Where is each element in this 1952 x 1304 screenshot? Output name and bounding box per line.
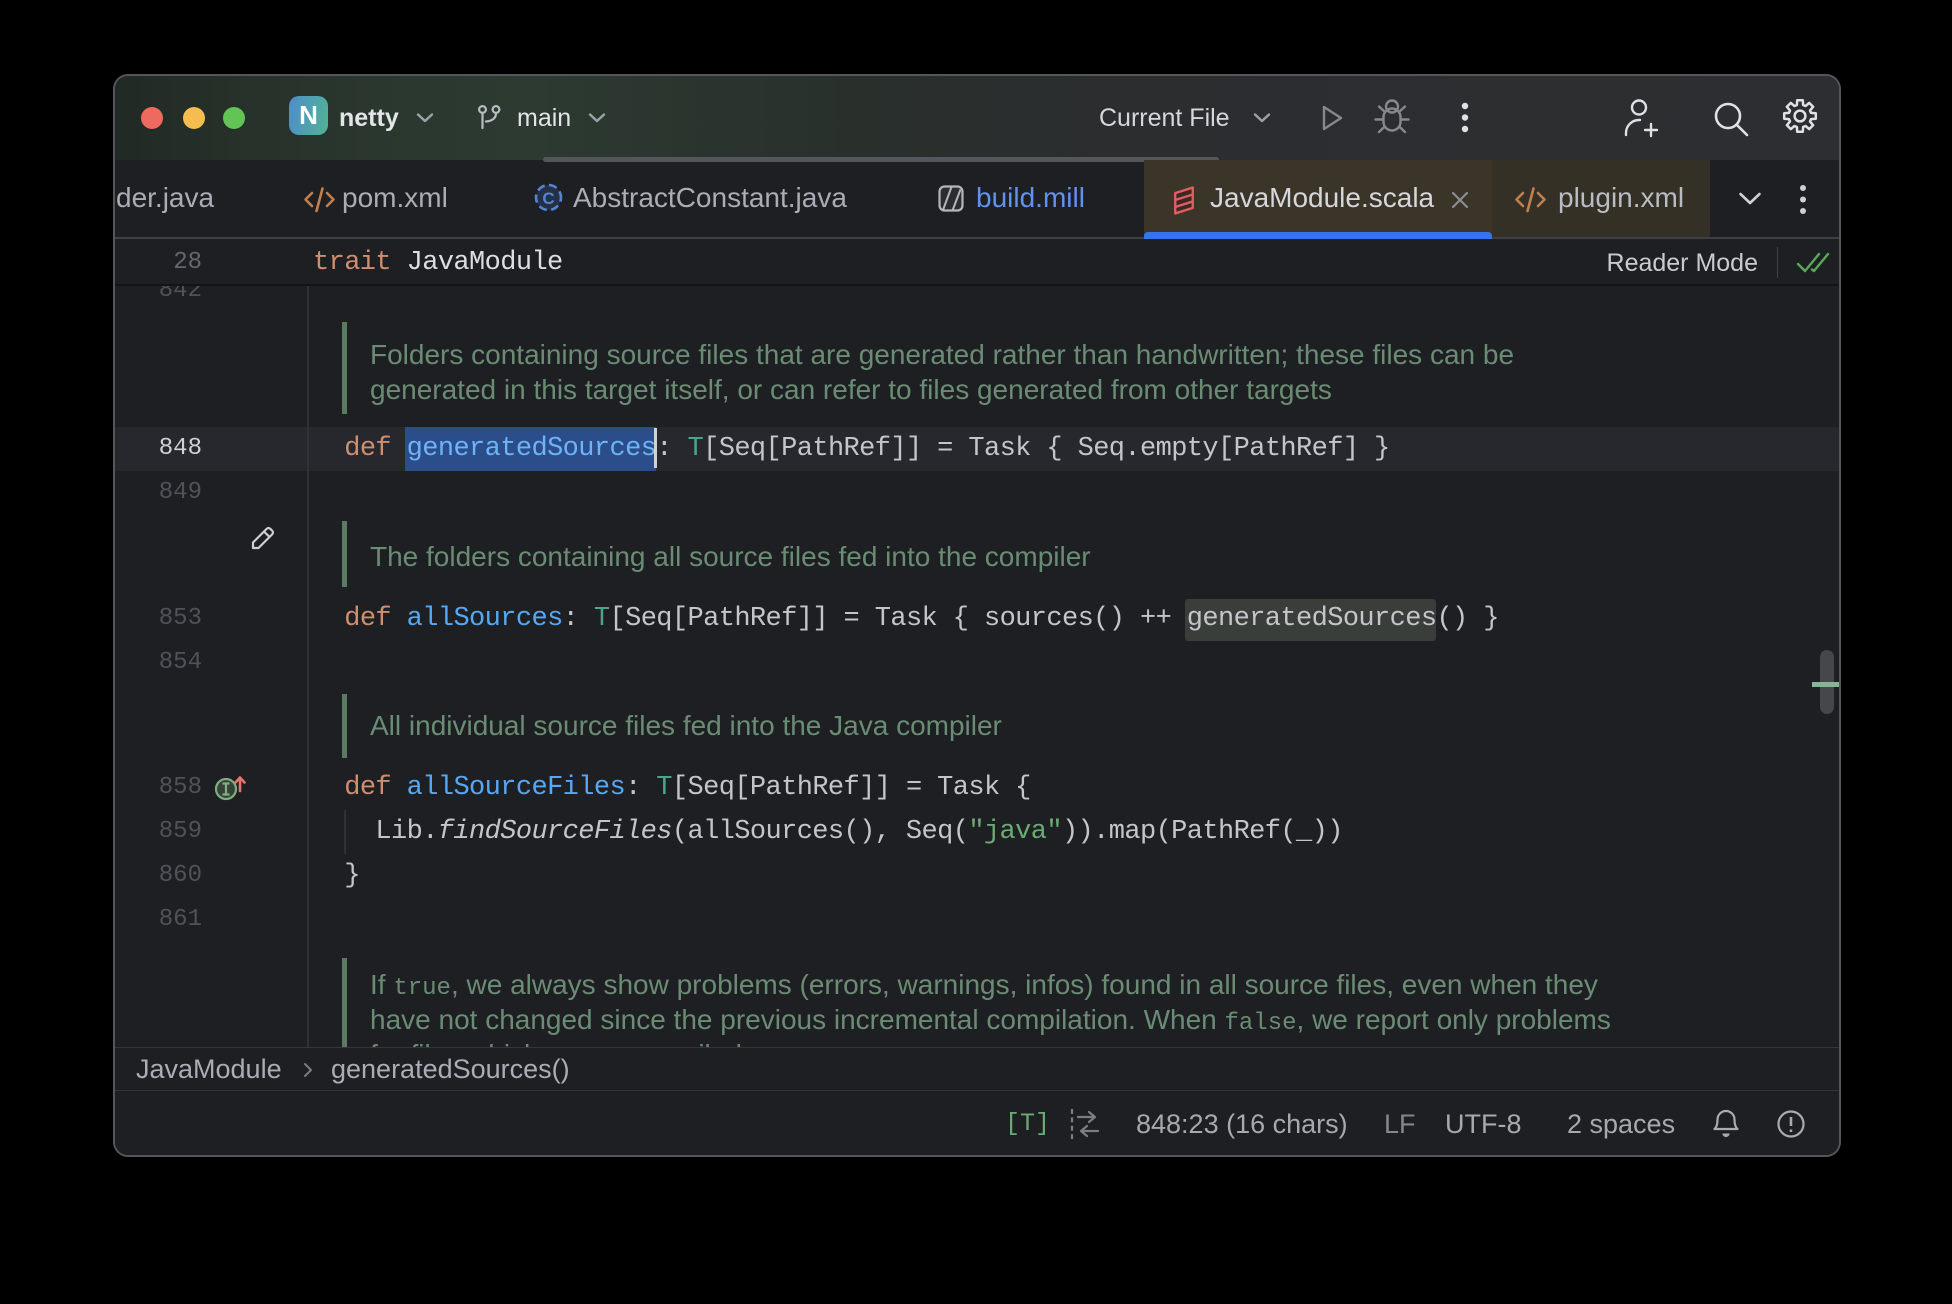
- svg-text:C: C: [542, 189, 554, 208]
